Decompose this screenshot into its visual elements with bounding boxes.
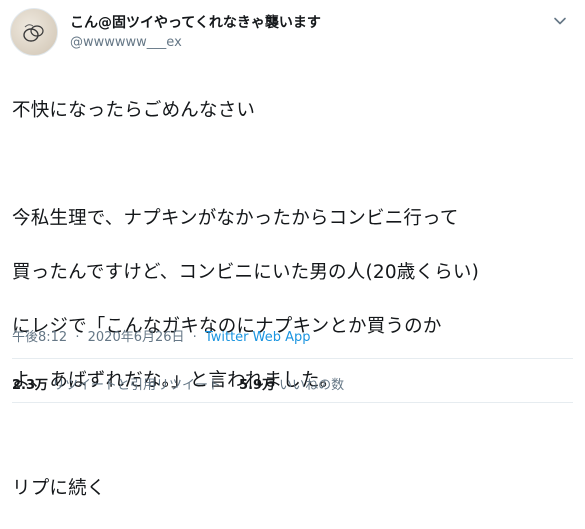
user-names: こん@固ツイやってくれなきゃ襲います @wwwwww___ex [70,14,321,51]
tweet-date[interactable]: 2020年6月26日 [88,330,185,345]
divider [12,402,573,403]
tweet-header: こん@固ツイやってくれなきゃ襲います @wwwwww___ex [10,8,321,56]
tweet-text: 不快になったらごめんなさい 今私生理で、ナプキンがなかったからコンビニ行って 買… [12,70,577,529]
meta-separator: · [75,330,80,345]
likes-stat[interactable]: 5.9万 いいねの数 [239,374,344,393]
tweet-source-link[interactable]: Twitter Web App [205,330,311,345]
display-name[interactable]: こん@固ツイやってくれなきゃ襲います [70,14,321,33]
tweet-line: 今私生理で、ナプキンがなかったからコンビニ行って [12,208,459,229]
user-handle[interactable]: @wwwwww___ex [70,34,321,51]
retweets-count: 2.3万 [12,378,49,393]
retweets-label: リツイートと引用リツイート [52,378,222,393]
tweet-meta: 午後8:12 · 2020年6月26日 · Twitter Web App [12,326,311,345]
divider [12,358,573,359]
tweet-time[interactable]: 午後8:12 [12,330,67,345]
chevron-down-icon[interactable] [553,14,567,28]
avatar-ring-icon [23,24,44,42]
tweet-line [12,421,577,448]
tweet-line: リプに続く [12,478,106,499]
tweet-line [12,151,577,178]
tweet-line: 買ったんですけど、コンビニにいた男の人(20歳くらい) [12,262,480,283]
meta-separator: · [192,330,197,345]
tweet-card: こん@固ツイやってくれなきゃ襲います @wwwwww___ex 不快になったらご… [0,0,585,499]
tweet-line: 不快になったらごめんなさい [12,100,256,121]
retweets-stat[interactable]: 2.3万 リツイートと引用リツイート [12,374,221,393]
tweet-stats: 2.3万 リツイートと引用リツイート 5.9万 いいねの数 [12,374,344,393]
likes-label: いいねの数 [279,378,345,393]
likes-count: 5.9万 [239,378,276,393]
avatar[interactable] [10,8,58,56]
